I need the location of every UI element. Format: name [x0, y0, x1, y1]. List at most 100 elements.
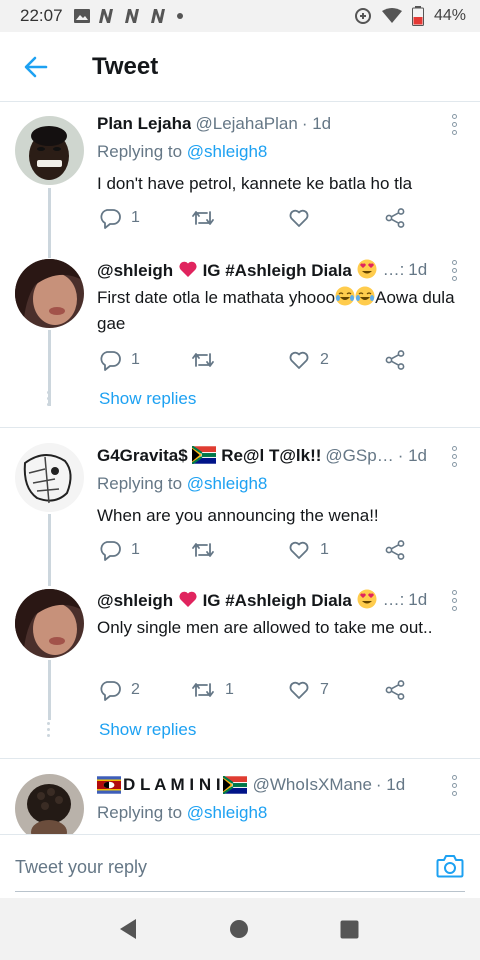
more-options-icon[interactable] [444, 446, 464, 468]
nav-home-button[interactable] [229, 919, 249, 944]
retweet-button[interactable]: 1 [191, 678, 234, 702]
avatar[interactable] [15, 259, 84, 328]
replying-label: Replying to [97, 474, 187, 493]
reply-button[interactable]: 2 [99, 678, 140, 702]
like-button[interactable] [288, 206, 320, 230]
display-name[interactable]: @shleigh IG #Ashleigh Diala [97, 589, 377, 611]
timestamp: 1d [408, 260, 428, 279]
retweet-button[interactable] [191, 206, 225, 230]
mention-link[interactable]: @shleigh8 [187, 803, 268, 822]
show-replies-link[interactable]: Show replies [99, 720, 196, 740]
battery-percent: 44% [433, 7, 466, 24]
status-time: 22:07 [20, 6, 63, 25]
timestamp: 1d [408, 590, 428, 609]
handle[interactable]: @WhoIsXMane [253, 775, 372, 795]
handle[interactable]: …: [383, 260, 405, 280]
share-button[interactable] [384, 206, 406, 230]
reply-icon [100, 541, 121, 561]
like-button[interactable]: 7 [288, 678, 329, 702]
share-icon [385, 208, 405, 228]
retweet-icon [192, 353, 214, 367]
like-button[interactable]: 1 [288, 538, 329, 562]
more-options-icon[interactable] [444, 114, 464, 136]
like-count: 7 [320, 681, 329, 698]
input-underline [15, 891, 465, 892]
battery-low-icon [411, 6, 424, 26]
back-button[interactable] [0, 32, 72, 102]
like-count: 1 [320, 541, 329, 558]
heart-icon [289, 541, 309, 559]
reply-input[interactable] [15, 853, 355, 881]
retweet-icon [192, 543, 214, 557]
like-button[interactable]: 2 [288, 348, 329, 372]
red-heart-emoji [179, 591, 197, 607]
app-header: Tweet [0, 32, 480, 102]
display-name[interactable]: D L A M I N I [123, 775, 221, 795]
thread-line [48, 576, 51, 586]
n-notification-icon [98, 9, 113, 23]
display-name[interactable]: @shleigh IG #Ashleigh Diala [97, 259, 377, 281]
share-icon [385, 540, 405, 560]
reply-count: 1 [131, 209, 140, 226]
reply-count: 1 [131, 541, 140, 558]
retweet-button[interactable] [191, 538, 225, 562]
reply-button[interactable]: 1 [99, 348, 140, 372]
nav-back-button[interactable] [118, 918, 138, 945]
reply-button[interactable]: 1 [99, 538, 140, 562]
triangle-back-icon [120, 919, 136, 939]
tweet-item[interactable]: D L A M I N I @WhoIsXMane · 1d Replying … [0, 759, 480, 834]
display-name[interactable]: G4Gravita$ Re@l T@lk!! [97, 446, 321, 466]
avatar[interactable] [15, 443, 84, 512]
show-replies-link[interactable]: Show replies [99, 389, 196, 409]
share-icon [385, 680, 405, 700]
avatar[interactable] [15, 116, 84, 185]
nav-recents-button[interactable] [340, 920, 359, 944]
mention-link[interactable]: @shleigh8 [187, 142, 268, 161]
reply-count: 2 [131, 681, 140, 698]
share-button[interactable] [384, 678, 406, 702]
handle[interactable]: @GSp… [325, 446, 393, 466]
tears-of-joy-emoji [335, 286, 355, 306]
mention-link[interactable]: @shleigh8 [187, 474, 268, 493]
more-options-icon[interactable] [444, 590, 464, 612]
heart-icon [289, 681, 309, 699]
heart-icon [289, 351, 309, 369]
thread-line [48, 188, 51, 244]
tweet-actions: 1 2 [97, 348, 417, 372]
tweet-item[interactable]: Plan Lejaha @LejahaPlan · 1d Replying to… [0, 102, 480, 244]
share-button[interactable] [384, 538, 406, 562]
circle-home-icon [230, 920, 248, 938]
red-heart-emoji [179, 261, 197, 277]
replying-label: Replying to [97, 142, 187, 161]
handle[interactable]: @LejahaPlan [195, 114, 297, 134]
tweet-text: First date otla le mathata yhooo Aowa dul… [97, 286, 455, 333]
tweet-item[interactable]: @shleigh IG #Ashleigh Diala …: 1d First … [0, 244, 480, 432]
thread-line [48, 660, 51, 720]
retweet-icon [192, 683, 214, 697]
avatar[interactable] [15, 774, 84, 834]
reply-icon [100, 681, 121, 701]
replying-to: Replying to @shleigh8 [97, 803, 464, 827]
share-icon [385, 350, 405, 370]
page-title: Tweet [92, 52, 159, 80]
tweet-actions: 1 [97, 206, 417, 230]
tears-of-joy-emoji [355, 286, 375, 306]
share-button[interactable] [384, 348, 406, 372]
tweet-item[interactable]: @shleigh IG #Ashleigh Diala …: 1d Only s… [0, 576, 480, 758]
more-options-icon[interactable] [444, 260, 464, 282]
tweet-actions: 2 1 7 [97, 678, 417, 702]
tweet-text: I don't have petrol, kannete ke batla ho… [97, 174, 413, 193]
reply-feed[interactable]: Plan Lejaha @LejahaPlan · 1d Replying to… [0, 102, 480, 834]
handle[interactable]: …: [383, 590, 405, 610]
back-arrow-icon [24, 56, 48, 77]
reply-count: 1 [131, 351, 140, 368]
eswatini-flag-emoji [97, 776, 121, 794]
south-africa-flag-emoji [192, 446, 217, 464]
retweet-button[interactable] [191, 348, 225, 372]
camera-button[interactable] [436, 853, 464, 884]
more-options-icon[interactable] [444, 775, 464, 797]
avatar[interactable] [15, 589, 84, 658]
display-name[interactable]: Plan Lejaha [97, 114, 191, 134]
thread-line [48, 514, 51, 576]
reply-button[interactable]: 1 [99, 206, 140, 230]
